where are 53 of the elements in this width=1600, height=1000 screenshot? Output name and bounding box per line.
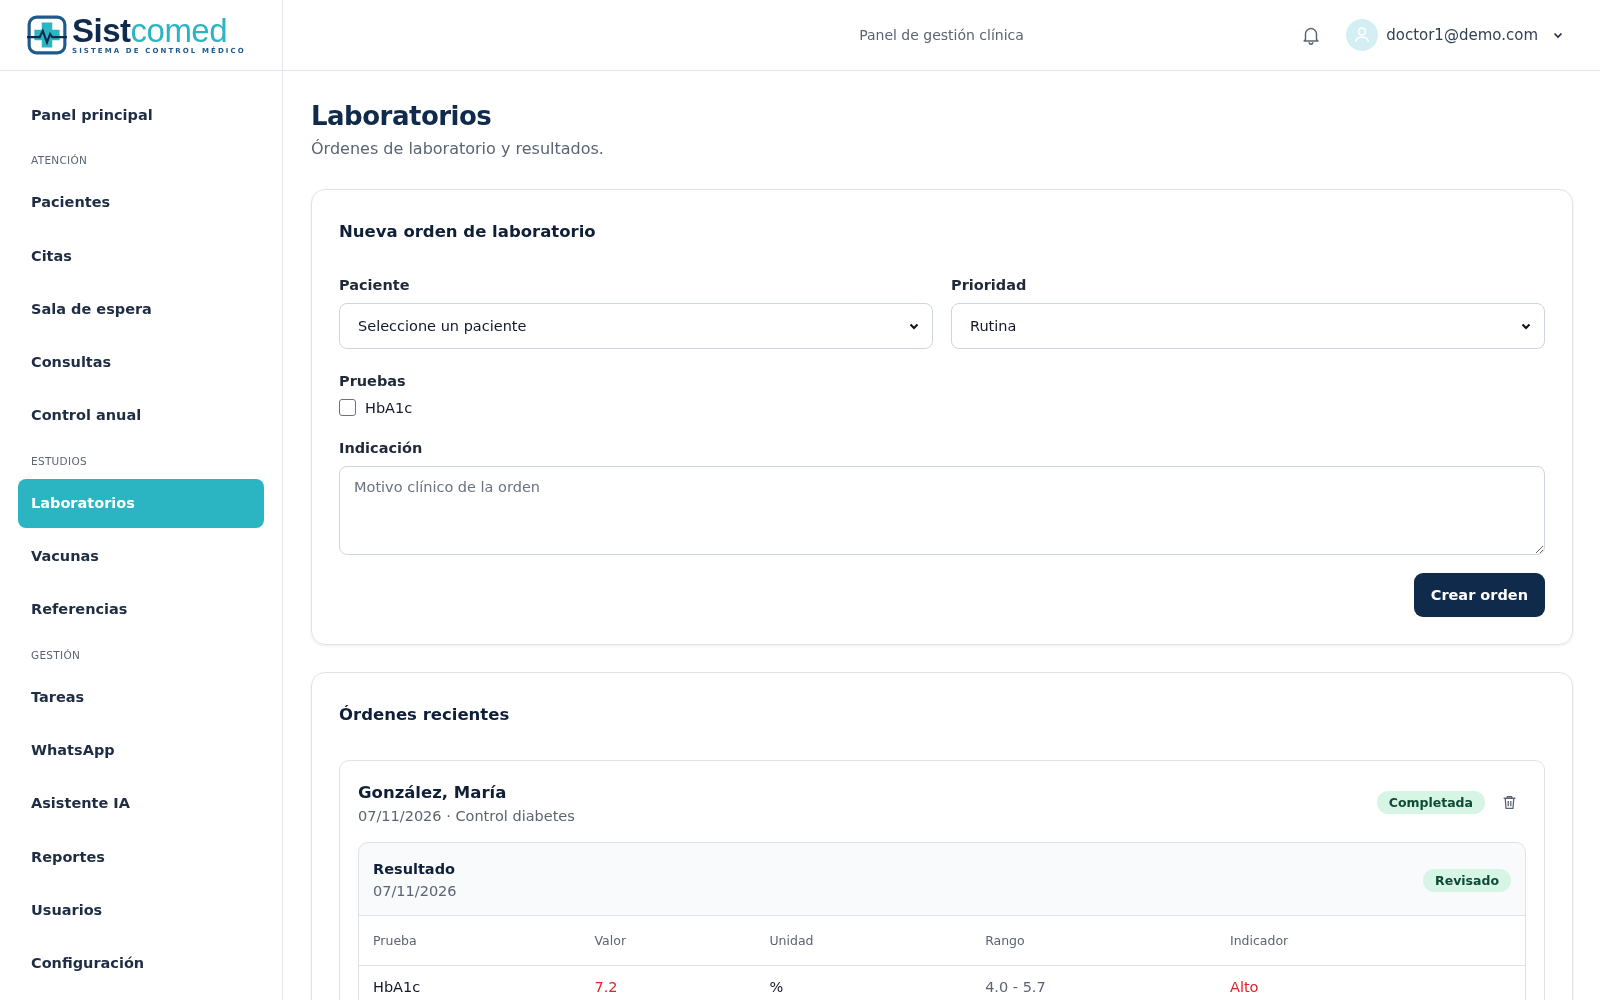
header-title: Panel de gestión clínica <box>859 27 1024 43</box>
sidebar-section-label: GESTIÓN <box>30 647 82 663</box>
user-menu[interactable]: doctor1@demo.com <box>1346 19 1564 51</box>
sidebar-item[interactable]: Panel principal <box>18 91 264 140</box>
field-label: Paciente <box>339 277 411 293</box>
table-cell: % <box>755 965 972 1000</box>
checkbox-label: HbA1c <box>365 399 413 416</box>
priority-select[interactable]: Rutina <box>951 303 1545 349</box>
field-label: Indicación <box>339 440 424 456</box>
sidebar-item[interactable]: Referencias <box>18 585 264 635</box>
column-header: Rango <box>971 916 1216 966</box>
page-subtitle: Órdenes de laboratorio y resultados. <box>311 139 605 158</box>
checkbox[interactable] <box>339 399 356 416</box>
logo-icon <box>26 14 68 56</box>
sidebar-item[interactable]: Configuración <box>18 939 264 989</box>
sidebar-section-label: ATENCIÓN <box>30 153 89 169</box>
card-title: Nueva orden de laboratorio <box>339 222 597 241</box>
logo-wordmark: Sistcomed <box>72 15 228 47</box>
table-cell: HbA1c <box>359 965 581 1000</box>
avatar-icon <box>1346 19 1379 51</box>
column-header: Indicador <box>1216 916 1525 966</box>
sidebar-item[interactable]: Sala de espera <box>18 284 264 334</box>
result-date: 07/11/2026 <box>373 883 457 899</box>
create-order-button[interactable]: Crear orden <box>1413 573 1545 617</box>
patient-select[interactable]: Seleccione un paciente <box>339 303 933 349</box>
page-title: Laboratorios <box>311 101 493 131</box>
sidebar-item[interactable]: Vacunas <box>18 532 264 582</box>
field-label: Pruebas <box>339 373 407 389</box>
table-cell: 7.2 <box>580 965 756 1000</box>
table-cell: Alto <box>1216 965 1525 1000</box>
delete-icon[interactable] <box>1501 794 1518 811</box>
sidebar-item[interactable]: Citas <box>18 231 264 281</box>
card-title: Órdenes recientes <box>339 705 511 724</box>
sidebar-item[interactable]: Control anual <box>18 391 264 441</box>
column-header: Unidad <box>755 916 972 966</box>
sidebar-item[interactable]: Tareas <box>18 672 264 722</box>
sidebar-section-label: ESTUDIOS <box>30 453 88 469</box>
column-header: Prueba <box>359 916 581 966</box>
result-title: Resultado <box>373 861 456 877</box>
sidebar-item[interactable]: WhatsApp <box>18 725 264 775</box>
field-label: Prioridad <box>951 277 1028 293</box>
table-cell: 4.0 - 5.7 <box>971 965 1216 1000</box>
sidebar-item[interactable]: Pacientes <box>18 178 264 228</box>
sidebar-item[interactable]: Asistente IA <box>18 779 264 829</box>
indication-field[interactable]: Motivo clínico de la orden <box>339 466 1545 555</box>
column-header: Valor <box>580 916 756 966</box>
order-meta: 07/11/2026 · Control diabetes <box>358 808 575 824</box>
sidebar-item[interactable]: Usuarios <box>18 885 264 935</box>
sidebar-item[interactable]: Consultas <box>18 338 264 388</box>
patient-name: González, María <box>358 783 508 802</box>
status-badge: Completada <box>1376 791 1485 814</box>
status-badge: Revisado <box>1423 868 1511 892</box>
sidebar-item[interactable]: Reportes <box>18 832 264 882</box>
